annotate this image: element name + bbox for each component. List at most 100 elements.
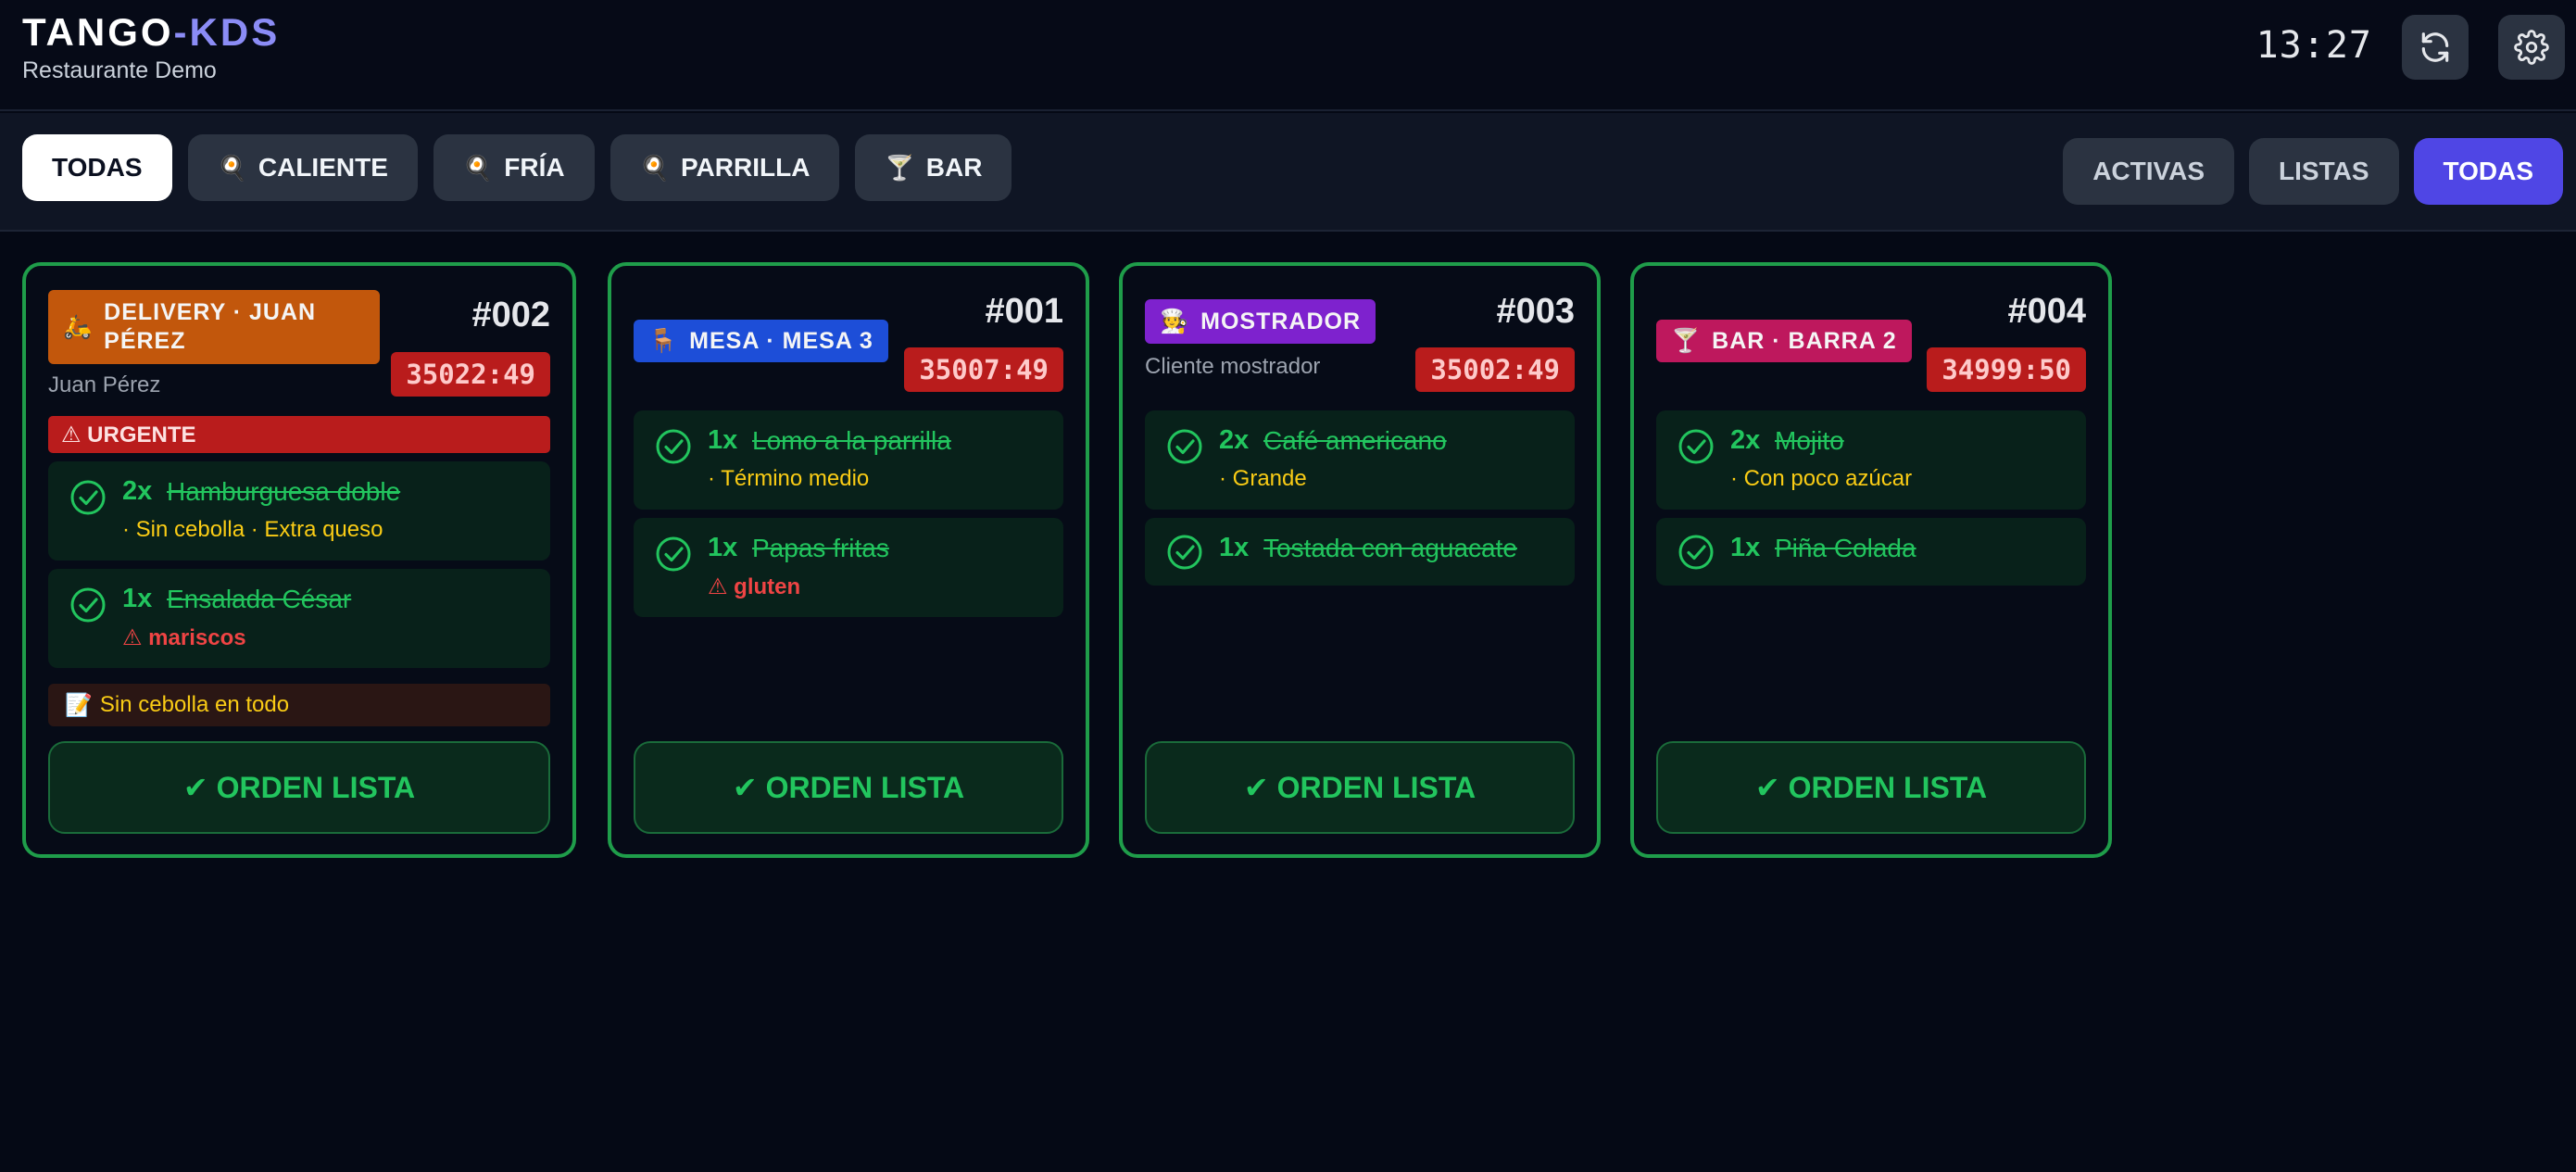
order-ready-button[interactable]: ✔ ORDEN LISTA: [1145, 741, 1575, 834]
item-name: Tostada con aguacate: [1263, 534, 1517, 562]
item-modifiers: · Término medio: [708, 466, 870, 491]
order-item[interactable]: 1x Ensalada César ⚠ mariscos: [48, 569, 550, 668]
item-modifiers: · Con poco azúcar: [1730, 466, 1913, 491]
item-quantity: 1x: [122, 584, 153, 613]
badge-line: PÉREZ: [104, 328, 186, 354]
app-title: TANGO-KDS: [22, 11, 280, 54]
item-allergen: ⚠ gluten: [708, 574, 801, 599]
station-tab-parrilla[interactable]: 🍳 PARRILLA: [609, 134, 840, 201]
item-name: Ensalada César: [167, 585, 352, 613]
station-tab-fria[interactable]: 🍳 FRÍA: [433, 134, 595, 201]
order-number: #002: [471, 296, 550, 334]
status-tab-label: ACTIVAS: [2092, 157, 2205, 185]
scooter-icon: 🛵: [63, 313, 94, 340]
station-tab-label: PARRILLA: [680, 153, 810, 182]
urgent-badge: ⚠ URGENTE: [48, 416, 550, 453]
item-name: Papas fritas: [752, 534, 889, 562]
order-card: 🧑‍🍳 MOSTRADOR #003 Cliente mostrador 350…: [1119, 262, 1601, 858]
station-tab-todas[interactable]: TODAS: [22, 134, 172, 201]
brand-accent: KDS: [189, 10, 281, 54]
item-name: Lomo a la parrilla: [752, 426, 951, 455]
filter-bar: TODAS 🍳 CALIENTE 🍳 FRÍA 🍳 PARRILLA 🍸 BAR ACT…: [0, 113, 2576, 232]
order-timer: 35002:49: [1415, 347, 1575, 392]
order-item[interactable]: 2x Mojito · Con poco azúcar: [1656, 410, 2086, 510]
cocktail-icon: 🍸: [885, 153, 915, 182]
cook-icon: 🧑‍🍳: [1160, 308, 1190, 334]
item-name: Piña Colada: [1775, 534, 1916, 562]
order-type-badge: 🪑 MESA · MESA 3: [634, 320, 888, 362]
order-timer: 35022:49: [391, 352, 550, 397]
station-tab-label: BAR: [925, 153, 983, 182]
item-modifiers: · Grande: [1219, 466, 1307, 491]
station-tab-bar[interactable]: 🍸 BAR: [855, 134, 1012, 201]
check-circle-icon: [1165, 427, 1204, 466]
order-card: 🪑 MESA · MESA 3 #001 35007:49 1x Lomo a …: [608, 262, 1089, 858]
status-tab-label: LISTAS: [2279, 157, 2369, 185]
order-item[interactable]: 1x Papas fritas ⚠ gluten: [634, 518, 1063, 617]
brand-separator: -: [173, 10, 190, 54]
status-tab-listas[interactable]: LISTAS: [2249, 138, 2399, 205]
badge-line: DELIVERY · JUAN: [104, 299, 317, 325]
order-type-label: MOSTRADOR: [1200, 308, 1362, 334]
status-tab-activas[interactable]: ACTIVAS: [2063, 138, 2235, 205]
check-circle-icon: [69, 478, 107, 517]
status-tab-todas[interactable]: TODAS: [2413, 138, 2563, 205]
item-quantity: 1x: [1219, 533, 1250, 562]
gear-icon: [2514, 30, 2549, 65]
order-item[interactable]: 2x Hamburguesa doble · Sin cebolla · Ext…: [48, 461, 550, 561]
order-number: #001: [985, 292, 1063, 331]
item-allergen: ⚠ mariscos: [122, 625, 246, 650]
status-tabs: ACTIVAS LISTAS TODAS: [2063, 138, 2563, 205]
order-ready-button[interactable]: ✔ ORDEN LISTA: [48, 741, 550, 834]
memo-icon: 📝: [65, 692, 93, 718]
order-type-badge: 🛵 DELIVERY · JUAN PÉREZ: [48, 290, 380, 364]
order-note-text: Sin cebolla en todo: [99, 692, 290, 717]
clock: 13:27: [2256, 24, 2372, 67]
order-ready-button[interactable]: ✔ ORDEN LISTA: [1656, 741, 2086, 834]
check-circle-icon: [1165, 533, 1204, 572]
order-number: #004: [2007, 292, 2086, 331]
order-ready-button[interactable]: ✔ ORDEN LISTA: [634, 741, 1063, 834]
brand-name: TANGO: [22, 10, 174, 54]
order-type-label: DELIVERY · JUAN PÉREZ: [104, 298, 316, 356]
customer-name: Juan Pérez: [48, 372, 161, 397]
settings-button[interactable]: [2498, 15, 2565, 80]
order-card: 🍸 BAR · BARRA 2 #004 34999:50 2x Mojito …: [1630, 262, 2112, 858]
order-item[interactable]: 2x Café americano · Grande: [1145, 410, 1575, 510]
item-quantity: 1x: [708, 425, 738, 455]
order-item[interactable]: 1x Lomo a la parrilla · Término medio: [634, 410, 1063, 510]
customer-name: Cliente mostrador: [1145, 354, 1321, 379]
item-name: Café americano: [1263, 426, 1447, 455]
check-circle-icon: [654, 535, 693, 573]
order-item[interactable]: 1x Piña Colada: [1656, 518, 2086, 586]
order-item[interactable]: 1x Tostada con aguacate: [1145, 518, 1575, 586]
order-number: #003: [1496, 292, 1575, 331]
pan-icon: 🍳: [217, 153, 247, 182]
chair-icon: 🪑: [648, 327, 679, 354]
restaurant-name: Restaurante Demo: [22, 57, 217, 83]
station-tabs: TODAS 🍳 CALIENTE 🍳 FRÍA 🍳 PARRILLA 🍸 BAR: [22, 134, 1012, 201]
order-type-label: BAR · BARRA 2: [1712, 327, 1897, 354]
item-quantity: 2x: [1730, 425, 1761, 455]
item-modifiers: · Sin cebolla · Extra queso: [122, 517, 383, 542]
item-name: Mojito: [1775, 426, 1844, 455]
refresh-icon: [2421, 32, 2449, 62]
station-tab-label: TODAS: [52, 153, 143, 182]
item-quantity: 1x: [1730, 533, 1761, 562]
check-circle-icon: [1677, 427, 1715, 466]
order-card: 🛵 DELIVERY · JUAN PÉREZ #002 35022:49 Jua…: [22, 262, 576, 858]
check-circle-icon: [654, 427, 693, 466]
item-quantity: 2x: [122, 476, 153, 506]
item-quantity: 1x: [708, 533, 738, 562]
station-tab-label: FRÍA: [504, 153, 565, 182]
order-timer: 34999:50: [1927, 347, 2086, 392]
cocktail-icon: 🍸: [1671, 327, 1702, 354]
status-tab-label: TODAS: [2443, 157, 2534, 185]
check-circle-icon: [69, 586, 107, 624]
item-name: Hamburguesa doble: [167, 477, 401, 506]
order-type-label: MESA · MESA 3: [689, 327, 873, 354]
station-tab-caliente[interactable]: 🍳 CALIENTE: [187, 134, 418, 201]
check-circle-icon: [1677, 533, 1715, 572]
refresh-button[interactable]: [2402, 15, 2469, 80]
pan-icon: 🍳: [462, 153, 494, 182]
